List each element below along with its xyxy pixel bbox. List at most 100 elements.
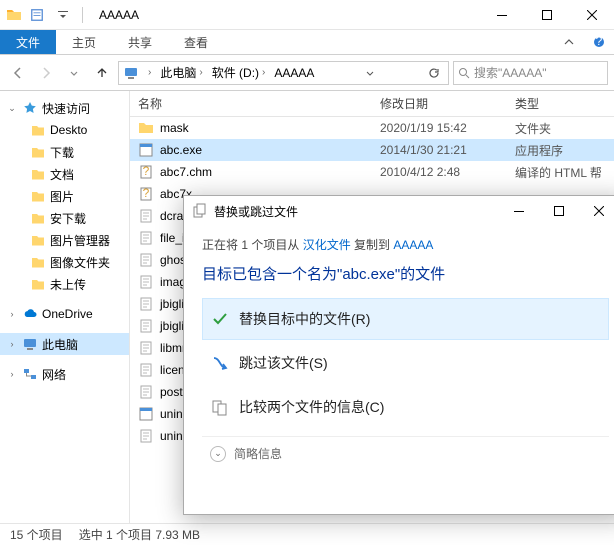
up-button[interactable]	[90, 61, 114, 85]
tree-this-pc[interactable]: › 此电脑	[0, 333, 129, 355]
dest-link[interactable]: AAAAA	[393, 238, 433, 252]
dialog-close-button[interactable]	[579, 196, 614, 226]
address-bar[interactable]: › 此电脑› 软件 (D:)› AAAAA	[118, 61, 449, 85]
help-button[interactable]: ?	[584, 30, 614, 54]
option-replace[interactable]: 替换目标中的文件(R)	[202, 298, 609, 340]
file-icon	[138, 384, 154, 400]
title-bar: AAAAA	[0, 0, 614, 30]
folder-icon	[30, 254, 46, 270]
folder-icon	[30, 232, 46, 248]
file-icon	[138, 142, 154, 158]
file-row[interactable]: abc.exe2014/1/30 21:21应用程序	[130, 139, 614, 161]
check-icon	[211, 310, 229, 328]
search-input[interactable]: 搜索"AAAAA"	[453, 61, 608, 85]
folder-icon	[30, 276, 46, 292]
expand-icon[interactable]: ›	[6, 369, 18, 379]
tab-file[interactable]: 文件	[0, 30, 56, 54]
navigation-pane: ⌄ 快速访问 Deskto下载文档图片安下载图片管理器图像文件夹未上传 › On…	[0, 91, 130, 523]
folder-icon	[6, 7, 22, 23]
option-compare[interactable]: 比较两个文件的信息(C)	[202, 386, 609, 428]
minimize-button[interactable]	[479, 0, 524, 30]
expand-icon[interactable]: ›	[6, 339, 18, 349]
ribbon-expand-icon[interactable]	[554, 30, 584, 54]
back-button[interactable]	[6, 61, 30, 85]
sidebar-item[interactable]: Deskto	[0, 119, 129, 141]
collapse-icon[interactable]: ⌄	[6, 103, 18, 114]
column-headers: 名称 修改日期 类型	[130, 91, 614, 117]
dialog-title: 替换或跳过文件	[214, 203, 499, 220]
file-icon	[138, 362, 154, 378]
item-count: 15 个项目	[10, 526, 63, 543]
tab-share[interactable]: 共享	[112, 30, 168, 54]
chevron-down-icon: ⌄	[210, 446, 226, 462]
option-skip[interactable]: 跳过该文件(S)	[202, 342, 609, 384]
forward-button[interactable]	[34, 61, 58, 85]
window-title: AAAAA	[93, 8, 479, 22]
svg-text:?: ?	[143, 164, 150, 178]
column-type[interactable]: 类型	[515, 95, 614, 112]
column-name[interactable]: 名称	[130, 95, 380, 112]
sidebar-item[interactable]: 下载	[0, 141, 129, 163]
pc-icon	[22, 336, 38, 352]
dialog-minimize-button[interactable]	[499, 196, 539, 226]
file-row[interactable]: ?abc7.chm2010/4/12 2:48编译的 HTML 帮	[130, 161, 614, 183]
breadcrumb-item[interactable]: 此电脑›	[158, 64, 207, 81]
copy-icon	[192, 203, 208, 219]
source-link[interactable]: 汉化文件	[303, 238, 351, 252]
file-icon	[138, 406, 154, 422]
file-icon	[138, 428, 154, 444]
file-icon	[138, 340, 154, 356]
search-icon	[458, 67, 470, 79]
tree-network[interactable]: › 网络	[0, 363, 129, 385]
sidebar-item[interactable]: 图片	[0, 185, 129, 207]
ribbon-tabs: 文件 主页 共享 查看 ?	[0, 30, 614, 55]
file-icon: ?	[138, 164, 154, 180]
close-button[interactable]	[569, 0, 614, 30]
column-date[interactable]: 修改日期	[380, 95, 515, 112]
svg-text:?: ?	[596, 36, 603, 48]
tab-view[interactable]: 查看	[168, 30, 224, 54]
tree-quick-access[interactable]: ⌄ 快速访问	[0, 97, 129, 119]
qat-dropdown-icon[interactable]	[52, 4, 74, 26]
compare-icon	[211, 398, 229, 416]
qat-properties-icon[interactable]	[26, 4, 48, 26]
address-dropdown-icon[interactable]	[361, 68, 379, 78]
breadcrumb-item[interactable]: 软件 (D:)›	[210, 64, 271, 81]
sidebar-item[interactable]: 文档	[0, 163, 129, 185]
file-icon	[138, 274, 154, 290]
file-icon	[138, 318, 154, 334]
skip-icon	[211, 354, 229, 372]
maximize-button[interactable]	[524, 0, 569, 30]
expand-icon[interactable]: ›	[6, 309, 18, 319]
file-icon	[138, 120, 154, 136]
folder-icon	[30, 144, 46, 160]
refresh-button[interactable]	[424, 67, 444, 79]
breadcrumb-item[interactable]: AAAAA	[272, 66, 316, 80]
file-icon	[138, 208, 154, 224]
star-icon	[22, 100, 38, 116]
dialog-heading: 目标已包含一个名为"abc.exe"的文件	[202, 263, 609, 284]
sidebar-item[interactable]: 图片管理器	[0, 229, 129, 251]
svg-text:?: ?	[143, 186, 150, 200]
file-icon	[138, 296, 154, 312]
cloud-icon	[22, 306, 38, 322]
tab-home[interactable]: 主页	[56, 30, 112, 54]
crumb-chevron[interactable]: ›	[143, 67, 156, 78]
tree-onedrive[interactable]: › OneDrive	[0, 303, 129, 325]
network-icon	[22, 366, 38, 382]
folder-icon	[30, 210, 46, 226]
file-row[interactable]: mask2020/1/19 15:42文件夹	[130, 117, 614, 139]
more-details[interactable]: ⌄ 简略信息	[202, 436, 609, 462]
sidebar-item[interactable]: 图像文件夹	[0, 251, 129, 273]
recent-dropdown-icon[interactable]	[62, 61, 86, 85]
replace-dialog: 替换或跳过文件 正在将 1 个项目从 汉化文件 复制到 AAAAA 目标已包含一…	[183, 195, 614, 515]
sidebar-item[interactable]: 未上传	[0, 273, 129, 295]
dialog-maximize-button[interactable]	[539, 196, 579, 226]
folder-icon	[30, 166, 46, 182]
file-icon	[138, 230, 154, 246]
sidebar-item[interactable]: 安下载	[0, 207, 129, 229]
navigation-bar: › 此电脑› 软件 (D:)› AAAAA 搜索"AAAAA"	[0, 55, 614, 91]
dialog-info: 正在将 1 个项目从 汉化文件 复制到 AAAAA	[202, 236, 609, 253]
dialog-titlebar: 替换或跳过文件	[184, 196, 614, 226]
separator	[82, 7, 83, 23]
